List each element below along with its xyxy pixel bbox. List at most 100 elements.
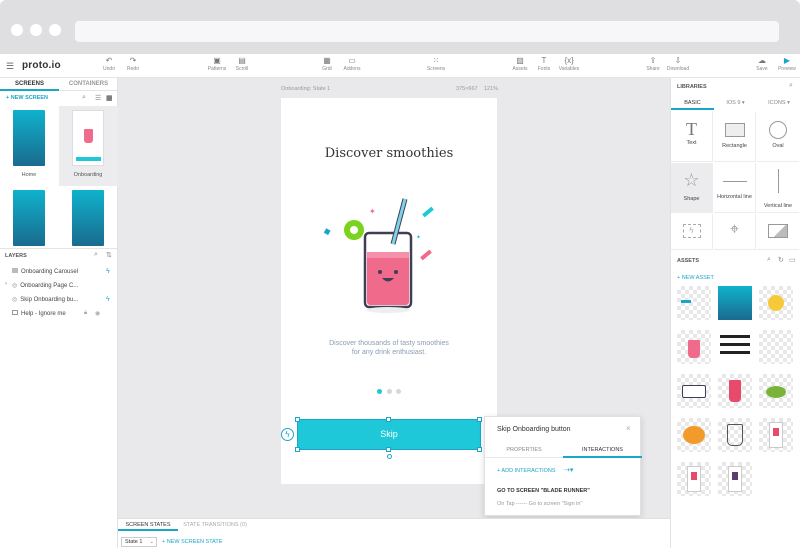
close-icon[interactable]: ×: [626, 424, 631, 433]
layer-item[interactable]: Help - Ignore me: [12, 309, 66, 319]
asset-thumb[interactable]: [677, 418, 711, 452]
library-image[interactable]: [757, 214, 799, 250]
asset-thumb[interactable]: [759, 330, 793, 364]
new-screen-button[interactable]: + NEW SCREEN: [6, 95, 48, 101]
new-screen-state-button[interactable]: + NEW SCREEN STATE: [162, 539, 222, 545]
resize-handle[interactable]: [295, 417, 300, 422]
asset-thumb[interactable]: [718, 418, 752, 452]
window-maximize-dot[interactable]: [49, 24, 61, 36]
lock-icon[interactable]: 🔒︎: [84, 310, 87, 317]
asset-thumb[interactable]: [718, 462, 752, 496]
asset-thumb[interactable]: [677, 462, 711, 496]
add-interactions-button[interactable]: + ADD INTERACTIONS: [497, 468, 556, 474]
menu-icon[interactable]: ☰: [6, 61, 14, 72]
redo-button[interactable]: ↷ Redo: [124, 57, 142, 73]
tab-basic[interactable]: BASIC: [671, 96, 714, 110]
search-icon[interactable]: ⌕: [767, 256, 771, 264]
library-oval[interactable]: Oval: [757, 112, 799, 162]
library-shape[interactable]: ☆ Shape: [671, 163, 713, 213]
asset-thumb[interactable]: [759, 374, 793, 408]
resize-handle[interactable]: [295, 447, 300, 452]
download-button[interactable]: ⇩ Download: [665, 57, 691, 73]
share-button[interactable]: ⇪ Share: [644, 57, 662, 73]
expand-icon[interactable]: ›: [5, 281, 7, 287]
library-crosshair[interactable]: ⌖: [714, 214, 756, 250]
layer-item[interactable]: ◎ Onboarding Page C...: [12, 281, 78, 291]
resize-handle[interactable]: [386, 417, 391, 422]
preview-button[interactable]: ▶ Preview: [776, 57, 798, 73]
state-select[interactable]: State 1 ⌄: [121, 537, 157, 547]
layer-item[interactable]: ◎ Skip Onboarding bu...: [12, 295, 78, 305]
variables-button[interactable]: {x} Variables: [557, 57, 581, 73]
layer-item[interactable]: Onboarding Carousel: [12, 267, 78, 277]
scroll-button[interactable]: ▤ Scroll: [233, 57, 251, 73]
library-text[interactable]: T Text: [671, 112, 713, 162]
undo-icon: ↶: [105, 56, 113, 65]
asset-thumb[interactable]: [677, 330, 711, 364]
addons-button[interactable]: ▭ Addons: [341, 57, 363, 73]
grid-button[interactable]: ▦ Grid: [318, 57, 336, 73]
skip-button[interactable]: Skip: [297, 419, 481, 450]
fonts-button[interactable]: T Fonts: [535, 57, 553, 73]
goto-screen-interaction[interactable]: GO TO SCREEN "BLADE RUNNER": [497, 488, 590, 494]
patterns-button[interactable]: ▣ Patterns: [206, 57, 228, 73]
library-hotspot[interactable]: ϟ: [671, 214, 713, 250]
asset-thumb[interactable]: [718, 286, 752, 320]
page-dot[interactable]: [396, 389, 401, 394]
folder-icon[interactable]: ▭: [789, 256, 796, 264]
window-minimize-dot[interactable]: [30, 24, 42, 36]
grid-label: Grid: [322, 66, 332, 72]
text-icon: T: [686, 119, 697, 139]
library-rectangle[interactable]: Rectangle: [714, 112, 756, 162]
page-dot[interactable]: [387, 389, 392, 394]
library-item-label: Horizontal line: [717, 194, 752, 200]
screen-thumb-home[interactable]: Home: [0, 106, 59, 186]
screen-preview: [13, 190, 45, 246]
screen-thumb-onboarding[interactable]: Onboarding: [59, 106, 118, 186]
rotate-handle[interactable]: [387, 454, 392, 459]
refresh-icon[interactable]: ↻: [778, 256, 784, 264]
asset-thumb[interactable]: [718, 374, 752, 408]
library-vertical-line[interactable]: Vertical line: [757, 163, 799, 213]
asset-thumb[interactable]: [759, 418, 793, 452]
eye-icon[interactable]: ◉: [95, 310, 100, 317]
tab-properties[interactable]: PROPERTIES: [485, 443, 563, 458]
resize-handle[interactable]: [477, 447, 482, 452]
asset-thumb[interactable]: [718, 330, 752, 364]
tab-interactions[interactable]: INTERACTIONS: [563, 443, 642, 458]
interaction-bolt-icon[interactable]: ϟ: [281, 428, 294, 441]
tab-screen-states[interactable]: SCREEN STATES: [118, 519, 178, 531]
bolt-icon: ϟ: [106, 296, 110, 303]
link-dropdown-icon[interactable]: ⇢▾: [564, 466, 573, 474]
sort-icon[interactable]: ⇅: [106, 251, 112, 259]
screens-button[interactable]: ⁙ Screens: [425, 57, 447, 73]
search-icon[interactable]: ⌕: [94, 251, 98, 259]
tab-screens[interactable]: SCREENS: [0, 78, 59, 91]
tab-icons-label: ICONS: [768, 100, 786, 106]
page-dot-active[interactable]: [377, 389, 382, 394]
resize-handle[interactable]: [386, 447, 391, 452]
new-asset-button[interactable]: + NEW ASSET: [677, 275, 714, 281]
search-icon[interactable]: ⌕: [789, 82, 793, 90]
tab-containers[interactable]: CONTAINERS: [59, 78, 118, 91]
address-bar[interactable]: [75, 21, 779, 42]
assets-button[interactable]: ▨ Assets: [510, 57, 530, 73]
tab-state-transitions[interactable]: STATE TRANSITIONS (0): [180, 519, 250, 531]
list-view-icon[interactable]: ☰: [95, 94, 101, 102]
image-icon: ▨: [516, 56, 524, 65]
screen-preview: [72, 190, 104, 246]
resize-handle[interactable]: [477, 417, 482, 422]
asset-thumb[interactable]: [677, 286, 711, 320]
tab-icons[interactable]: ICONS ▾: [757, 96, 800, 110]
screen-thumb-3[interactable]: [0, 186, 59, 248]
undo-button[interactable]: ↶ Undo: [100, 57, 118, 73]
asset-thumb[interactable]: [677, 374, 711, 408]
window-close-dot[interactable]: [11, 24, 23, 36]
asset-thumb[interactable]: [759, 286, 793, 320]
grid-view-icon[interactable]: ▦: [106, 94, 113, 102]
tab-ios[interactable]: IOS 9 ▾: [714, 96, 757, 110]
save-button[interactable]: ☁ Save: [754, 57, 770, 73]
library-horizontal-line[interactable]: Horizontal line: [714, 163, 756, 213]
search-icon[interactable]: ⌕: [82, 94, 86, 102]
screen-thumb-4[interactable]: [59, 186, 118, 248]
